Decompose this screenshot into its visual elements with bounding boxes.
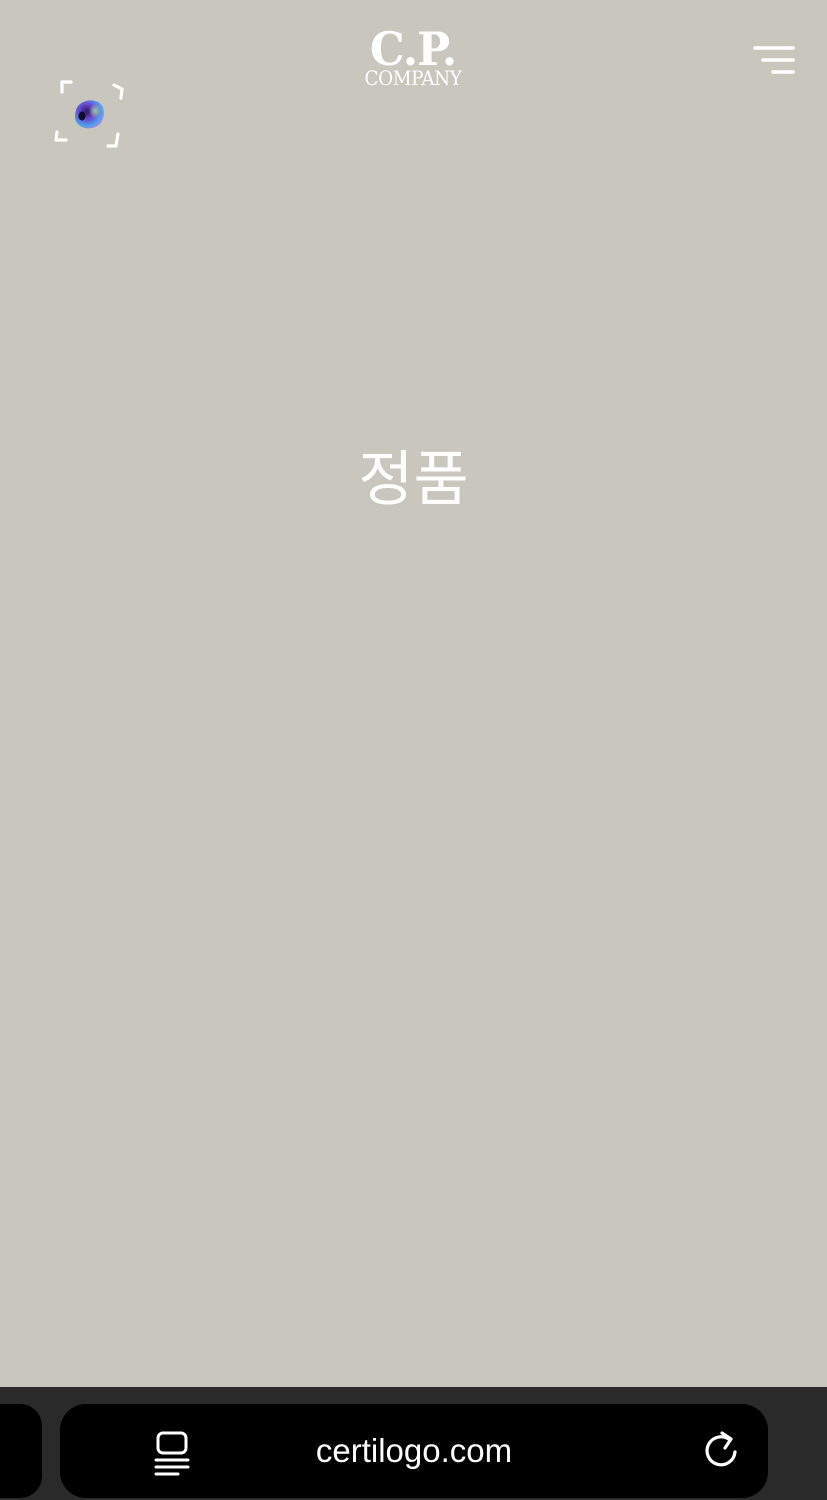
- hamburger-menu-icon: [753, 46, 795, 74]
- reload-icon: [705, 1431, 737, 1467]
- scan-viewfinder-icon: [54, 80, 124, 148]
- logo-sub-text: COMPANY: [364, 66, 462, 90]
- page-menu-icon: [154, 1431, 190, 1476]
- page-menu-button[interactable]: [148, 1428, 196, 1476]
- previous-tab-preview[interactable]: [0, 1404, 42, 1498]
- reload-button[interactable]: [696, 1426, 746, 1476]
- content-area: C.P. COMPANY 정품: [0, 0, 827, 1387]
- brand-logo[interactable]: C.P. COMPANY: [340, 26, 486, 88]
- scan-button[interactable]: [52, 78, 126, 152]
- authenticity-headline: 정품: [358, 445, 469, 515]
- menu-button[interactable]: [750, 42, 798, 80]
- browser-toolbar: certilogo.com: [0, 1387, 827, 1500]
- address-bar[interactable]: certilogo.com: [60, 1404, 768, 1498]
- url-text[interactable]: certilogo.com: [260, 1404, 568, 1498]
